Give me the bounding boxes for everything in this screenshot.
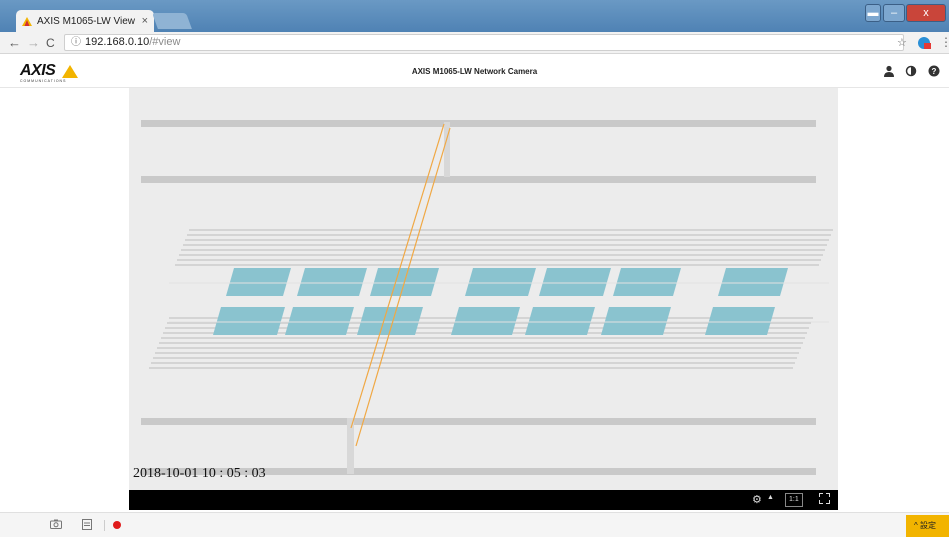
info-icon[interactable]: ⓘ [71,37,81,48]
new-tab-button[interactable] [152,13,192,29]
address-host: 192.168.0.10 [85,36,150,48]
tab-close-icon[interactable]: × [142,15,148,27]
app-header: AXIS COMMUNICATIONS AXIS M1065-LW Networ… [0,55,949,88]
settings-label: 設定 [920,521,936,530]
tab-title: AXIS M1065-LW View [37,15,136,27]
storage-icon[interactable] [82,519,92,533]
forward-arrow-icon[interactable]: → [27,35,40,51]
user-icon[interactable] [883,65,895,77]
zoom-1to1-button[interactable]: 1:1 [785,493,803,507]
page-title: AXIS M1065-LW Network Camera [411,67,538,76]
toolbar-divider [104,520,105,531]
back-arrow-icon[interactable]: ← [8,35,21,51]
bottom-toolbar: ^ 設定 [0,512,949,537]
contrast-icon[interactable] [905,65,917,77]
camera-viewer[interactable]: 2018-10-01 10 : 05 : 03 ⚙ ▲ 1:1 [129,88,838,510]
expand-up-icon[interactable]: ▲ [767,494,774,501]
extension-icon[interactable] [918,37,931,49]
help-icon[interactable]: ? [928,65,940,77]
settings-button[interactable]: ^ 設定 [906,515,949,537]
window-minimize-button[interactable]: – [883,4,905,22]
address-bar[interactable]: ⓘ 192.168.0.10/#view [64,34,904,51]
snapshot-icon[interactable] [50,519,62,532]
record-icon[interactable] [113,521,121,529]
settings-gear-icon[interactable]: ⚙ [752,493,762,506]
window-close-button[interactable]: x [906,4,946,22]
address-path: /#view [149,36,181,48]
browser-tab[interactable]: AXIS M1065-LW View × [16,10,154,32]
bookmark-star-icon[interactable]: ☆ [897,36,907,49]
browser-toolbar: ← → C ⓘ 192.168.0.10/#view ☆ ⋮ [0,32,949,54]
viewer-controls-bar: ⚙ ▲ 1:1 [129,490,838,510]
camera-video-frame[interactable] [129,88,838,490]
svg-text:?: ? [932,67,937,76]
video-timestamp: 2018-10-01 10 : 05 : 03 [133,466,266,481]
fullscreen-icon[interactable] [819,493,830,504]
window-titlebar: AXIS M1065-LW View × ▬ – x [0,0,949,32]
axis-favicon-icon [22,16,32,26]
reload-icon[interactable]: C [46,35,55,51]
window-restore-button[interactable]: ▬ [865,4,881,22]
menu-icon[interactable]: ⋮ [940,35,949,49]
chevron-up-icon: ^ [914,521,918,530]
logo-subtitle: COMMUNICATIONS [20,79,67,83]
